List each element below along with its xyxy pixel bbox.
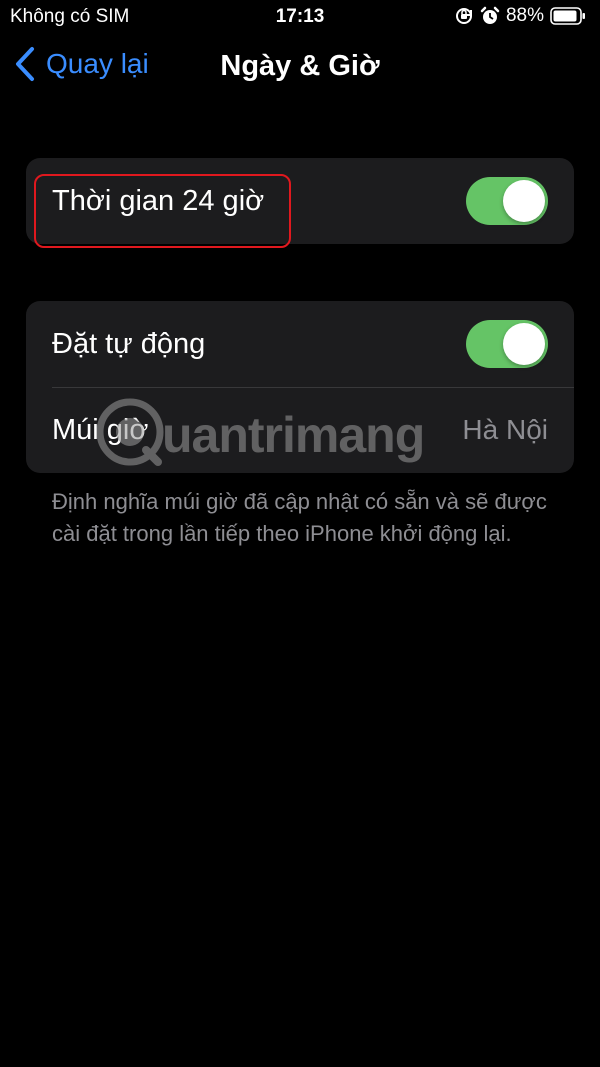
time-24h-label: Thời gian 24 giờ: [52, 184, 265, 217]
orientation-lock-icon: [454, 6, 474, 26]
set-automatically-label: Đặt tự động: [52, 327, 206, 360]
status-right-group: 88%: [454, 5, 586, 27]
time-zone-value: Hà Nội: [462, 414, 548, 445]
battery-icon: [550, 6, 586, 26]
watermark-logo-icon: [94, 396, 166, 473]
navigation-bar: Quay lại Ngày & Giờ: [0, 34, 600, 100]
alarm-icon: [480, 6, 500, 26]
watermark: uantrimang: [94, 396, 425, 473]
time-zone-footnote: Định nghĩa múi giờ đã cập nhật có sẵn và…: [52, 489, 547, 546]
row-24-hour-time[interactable]: Thời gian 24 giờ: [26, 158, 574, 244]
status-bar: Không có SIM 17:13 88%: [0, 0, 600, 34]
page-title: Ngày & Giờ: [220, 50, 380, 82]
settings-group-time-format: Thời gian 24 giờ: [26, 158, 574, 244]
toggle-knob: [503, 180, 545, 222]
toggle-knob: [503, 323, 545, 365]
row-set-automatically[interactable]: Đặt tự động: [26, 301, 574, 387]
watermark-text: uantrimang: [162, 406, 425, 463]
time-24h-toggle[interactable]: [466, 177, 548, 225]
set-automatically-toggle[interactable]: [466, 320, 548, 368]
battery-percent: 88%: [505, 5, 544, 26]
